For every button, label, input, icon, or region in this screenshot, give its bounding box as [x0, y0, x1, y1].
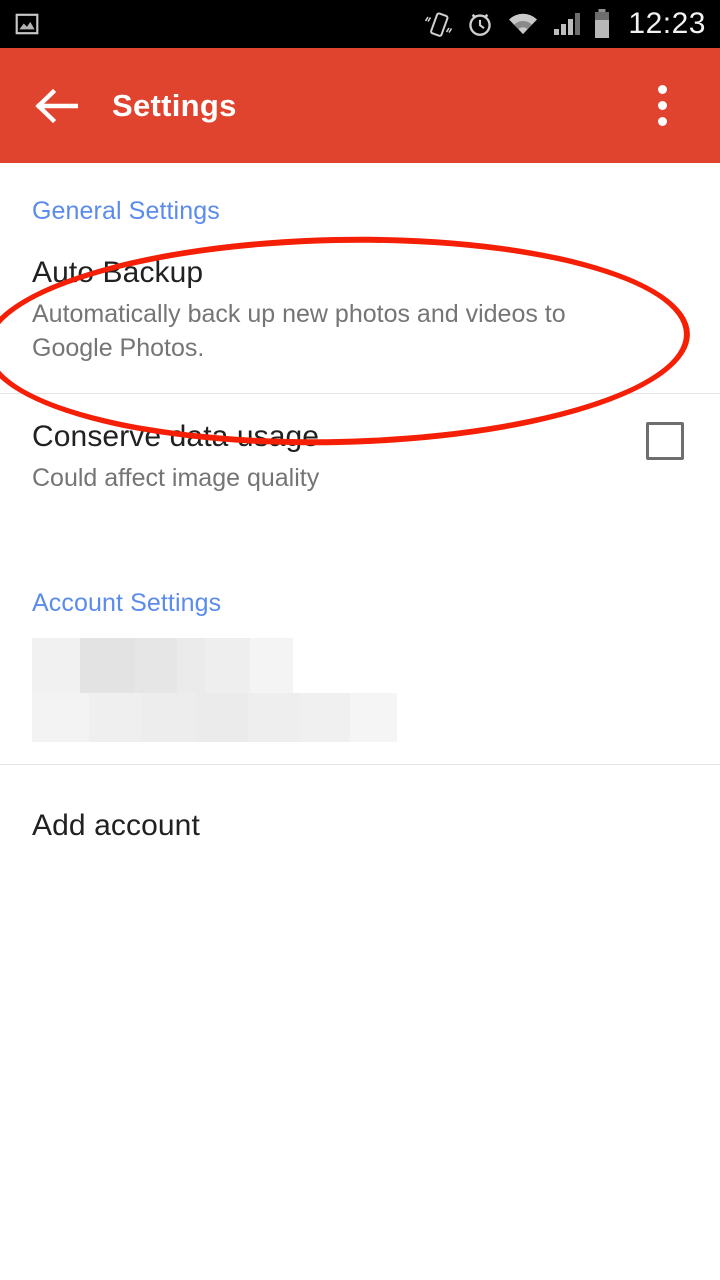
status-bar-clock: 12:23: [628, 7, 706, 40]
alarm-icon: [466, 10, 494, 38]
status-bar-system-icons: 12:23: [425, 7, 720, 41]
phone-screen: 12:23 Settings General Settings Auto Bac…: [0, 0, 720, 1280]
photo-icon: [14, 11, 40, 37]
redacted-block: [135, 638, 177, 693]
settings-list: General Settings Auto Backup Automatical…: [0, 163, 720, 1280]
row-subtitle: Could affect image quality: [32, 464, 320, 492]
vibrate-icon: [425, 9, 453, 39]
redacted-block: [248, 693, 300, 742]
redacted-block: [196, 693, 248, 742]
redacted-block: [350, 693, 397, 742]
redacted-block: [80, 638, 135, 693]
settings-row-add-account[interactable]: Add account: [0, 765, 720, 887]
settings-row-auto-backup[interactable]: Auto Backup Automatically back up new ph…: [0, 226, 720, 393]
back-arrow-icon[interactable]: [26, 76, 86, 136]
wifi-icon: [507, 11, 539, 37]
cellular-signal-icon: [552, 11, 581, 37]
redacted-block: [250, 638, 293, 693]
app-bar: Settings: [0, 48, 720, 163]
overflow-dot: [657, 85, 667, 94]
status-bar: 12:23: [0, 0, 720, 48]
settings-row-account[interactable]: [0, 638, 720, 742]
redacted-account-info: [32, 638, 688, 742]
redacted-block: [89, 693, 141, 742]
overflow-menu-icon[interactable]: [642, 76, 682, 136]
row-subtitle: Automatically back up new photos and vid…: [32, 300, 566, 362]
battery-icon: [593, 9, 611, 39]
row-title: Conserve data usage: [32, 420, 320, 453]
row-title: Add account: [32, 809, 200, 842]
redacted-block: [205, 638, 250, 693]
redacted-block: [141, 693, 196, 742]
redacted-block: [177, 638, 205, 693]
settings-row-conserve-data-usage[interactable]: Conserve data usage Could affect image q…: [0, 394, 720, 525]
page-title: Settings: [112, 87, 237, 123]
section-header-account: Account Settings: [32, 589, 222, 617]
redacted-block: [300, 693, 350, 742]
status-bar-notifications: [0, 11, 40, 37]
overflow-dot: [657, 117, 667, 126]
conserve-data-usage-checkbox[interactable]: [646, 422, 684, 460]
redacted-block: [32, 693, 89, 742]
redacted-block: [32, 638, 87, 693]
row-title: Auto Backup: [32, 256, 204, 289]
overflow-dot: [657, 101, 667, 110]
section-header-general: General Settings: [32, 197, 220, 225]
